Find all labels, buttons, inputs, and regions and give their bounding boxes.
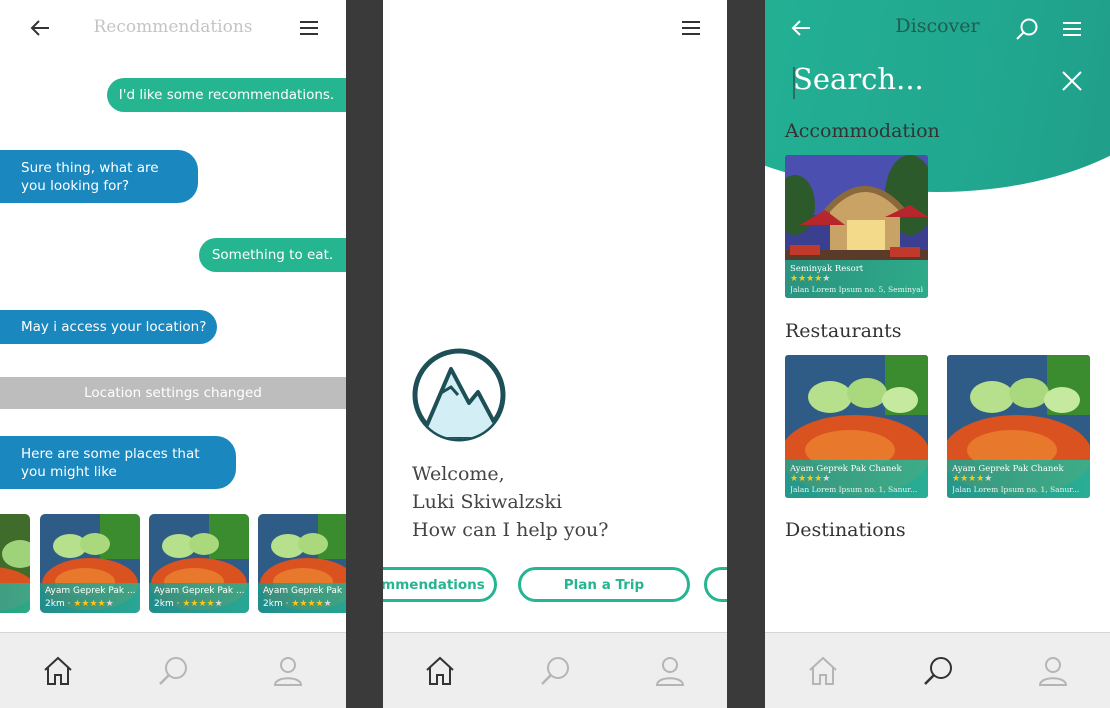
card-distance: 2km xyxy=(154,599,174,609)
home-icon xyxy=(808,656,837,685)
bottom-navigation xyxy=(383,632,727,708)
search-icon xyxy=(541,656,569,685)
recommendation-carousel[interactable]: ★ Ayam Geprek Pak ... 2km · ★★★★★ xyxy=(0,514,346,614)
welcome-screen: Welcome, Luki Skiwalzski How can I help … xyxy=(383,0,727,708)
rating-stars: ★★★★★ xyxy=(73,599,114,609)
notice-text: Location settings changed xyxy=(84,385,262,401)
help-prompt: How can I help you? xyxy=(412,519,609,541)
message-text: Sure thing, what are you looking for? xyxy=(21,159,159,194)
chat-message-bot: Here are some places that you might like xyxy=(0,436,236,489)
recommendations-chip[interactable]: mmendations xyxy=(383,567,497,602)
home-icon xyxy=(43,656,72,685)
hamburger-menu-icon[interactable] xyxy=(296,16,322,40)
recommendations-screen: Recommendations I'd like some recommenda… xyxy=(0,0,346,708)
chip-label: mmendations xyxy=(383,576,485,593)
restaurant-card[interactable]: Ayam Geprek Pak ... 2km · ★★★★★ xyxy=(40,514,140,613)
nav-home[interactable] xyxy=(793,641,853,701)
nav-search[interactable] xyxy=(143,641,203,701)
card-title: Ayam Geprek Pak Chanek xyxy=(952,464,1064,474)
profile-icon xyxy=(274,656,303,686)
section-title-restaurants: Restaurants xyxy=(785,320,902,342)
hamburger-menu-icon[interactable] xyxy=(1059,16,1085,42)
chat-message-bot: May i access your location? xyxy=(0,310,217,344)
restaurant-card[interactable]: Ayam Geprek Pak Chanek ★★★★★ Jalan Lorem… xyxy=(785,355,928,498)
discover-screen: Discover Search... Accommodation Seminya… xyxy=(765,0,1110,708)
card-title: Ayam Geprek Pak ... xyxy=(45,586,135,596)
rating-stars: ★★★★★ xyxy=(291,599,332,609)
search-input[interactable]: Search... xyxy=(793,62,924,96)
rating-stars: ★★★★★ xyxy=(952,474,993,484)
card-address: Jalan Lorem Ipsum no. 1, Sanur... xyxy=(952,485,1080,494)
hamburger-menu-icon[interactable] xyxy=(678,16,704,40)
card-distance: 2km xyxy=(45,599,65,609)
chat-message-user: I'd like some recommendations. xyxy=(107,78,346,112)
message-text: May i access your location? xyxy=(21,319,207,335)
rating-stars: ★★★★★ xyxy=(790,274,831,284)
message-text: I'd like some recommendations. xyxy=(118,87,335,103)
welcome-message: Welcome, Luki Skiwalzski How can I help … xyxy=(412,460,608,544)
system-notice: Location settings changed xyxy=(0,377,346,409)
rating-stars: ★★★★★ xyxy=(790,474,831,484)
message-text: Something to eat. xyxy=(211,247,334,263)
nav-profile[interactable] xyxy=(640,641,700,701)
card-address: Jalan Lorem Ipsum no. 5, Seminyak... xyxy=(790,285,923,294)
restaurant-card[interactable]: Ayam Geprek Pak Chanek ★★★★★ Jalan Lorem… xyxy=(947,355,1090,498)
nav-search[interactable] xyxy=(525,641,585,701)
search-icon[interactable] xyxy=(1014,16,1040,42)
nav-profile[interactable] xyxy=(258,641,318,701)
restaurant-card[interactable]: Ayam Geprek Pak ... 2km · ★★★★★ xyxy=(258,514,346,613)
search-icon xyxy=(159,656,187,685)
profile-icon xyxy=(1038,656,1067,686)
nav-home[interactable] xyxy=(410,641,470,701)
message-text: Here are some places that you might like xyxy=(21,445,200,480)
mountain-logo-icon xyxy=(412,348,506,442)
card-title: Ayam Geprek Pak Chanek xyxy=(790,464,902,474)
close-icon[interactable] xyxy=(1060,69,1084,93)
restaurant-card-partial[interactable]: ★ xyxy=(0,514,30,613)
card-title: Seminyak Resort xyxy=(790,264,864,274)
profile-icon xyxy=(655,656,684,686)
home-icon xyxy=(426,656,455,685)
chip-label: Plan a Trip xyxy=(563,576,645,593)
rating-stars: ★★★★★ xyxy=(182,599,223,609)
bottom-navigation xyxy=(765,632,1110,708)
card-address: Jalan Lorem Ipsum no. 1, Sanur... xyxy=(790,485,918,494)
page-title: Recommendations xyxy=(93,17,253,37)
card-title: Ayam Geprek Pak ... xyxy=(263,586,346,596)
restaurant-card[interactable]: Ayam Geprek Pak ... 2km · ★★★★★ xyxy=(149,514,249,613)
section-title-destinations: Destinations xyxy=(785,519,906,541)
nav-profile[interactable] xyxy=(1023,641,1083,701)
accommodation-card[interactable]: Seminyak Resort ★★★★★ Jalan Lorem Ipsum … xyxy=(785,155,928,298)
nav-search[interactable] xyxy=(908,641,968,701)
bottom-navigation xyxy=(0,632,346,708)
search-icon xyxy=(923,656,952,685)
card-distance: 2km xyxy=(263,599,283,609)
user-name: Luki Skiwalzski xyxy=(412,491,563,513)
chat-message-bot: Sure thing, what are you looking for? xyxy=(0,150,198,203)
more-chip[interactable] xyxy=(704,567,727,602)
section-title-accommodation: Accommodation xyxy=(785,120,940,142)
plan-trip-chip[interactable]: Plan a Trip xyxy=(518,567,690,602)
nav-home[interactable] xyxy=(28,641,88,701)
chat-message-user: Something to eat. xyxy=(199,238,346,272)
welcome-greeting: Welcome, xyxy=(412,463,505,485)
card-title: Ayam Geprek Pak ... xyxy=(154,586,244,596)
